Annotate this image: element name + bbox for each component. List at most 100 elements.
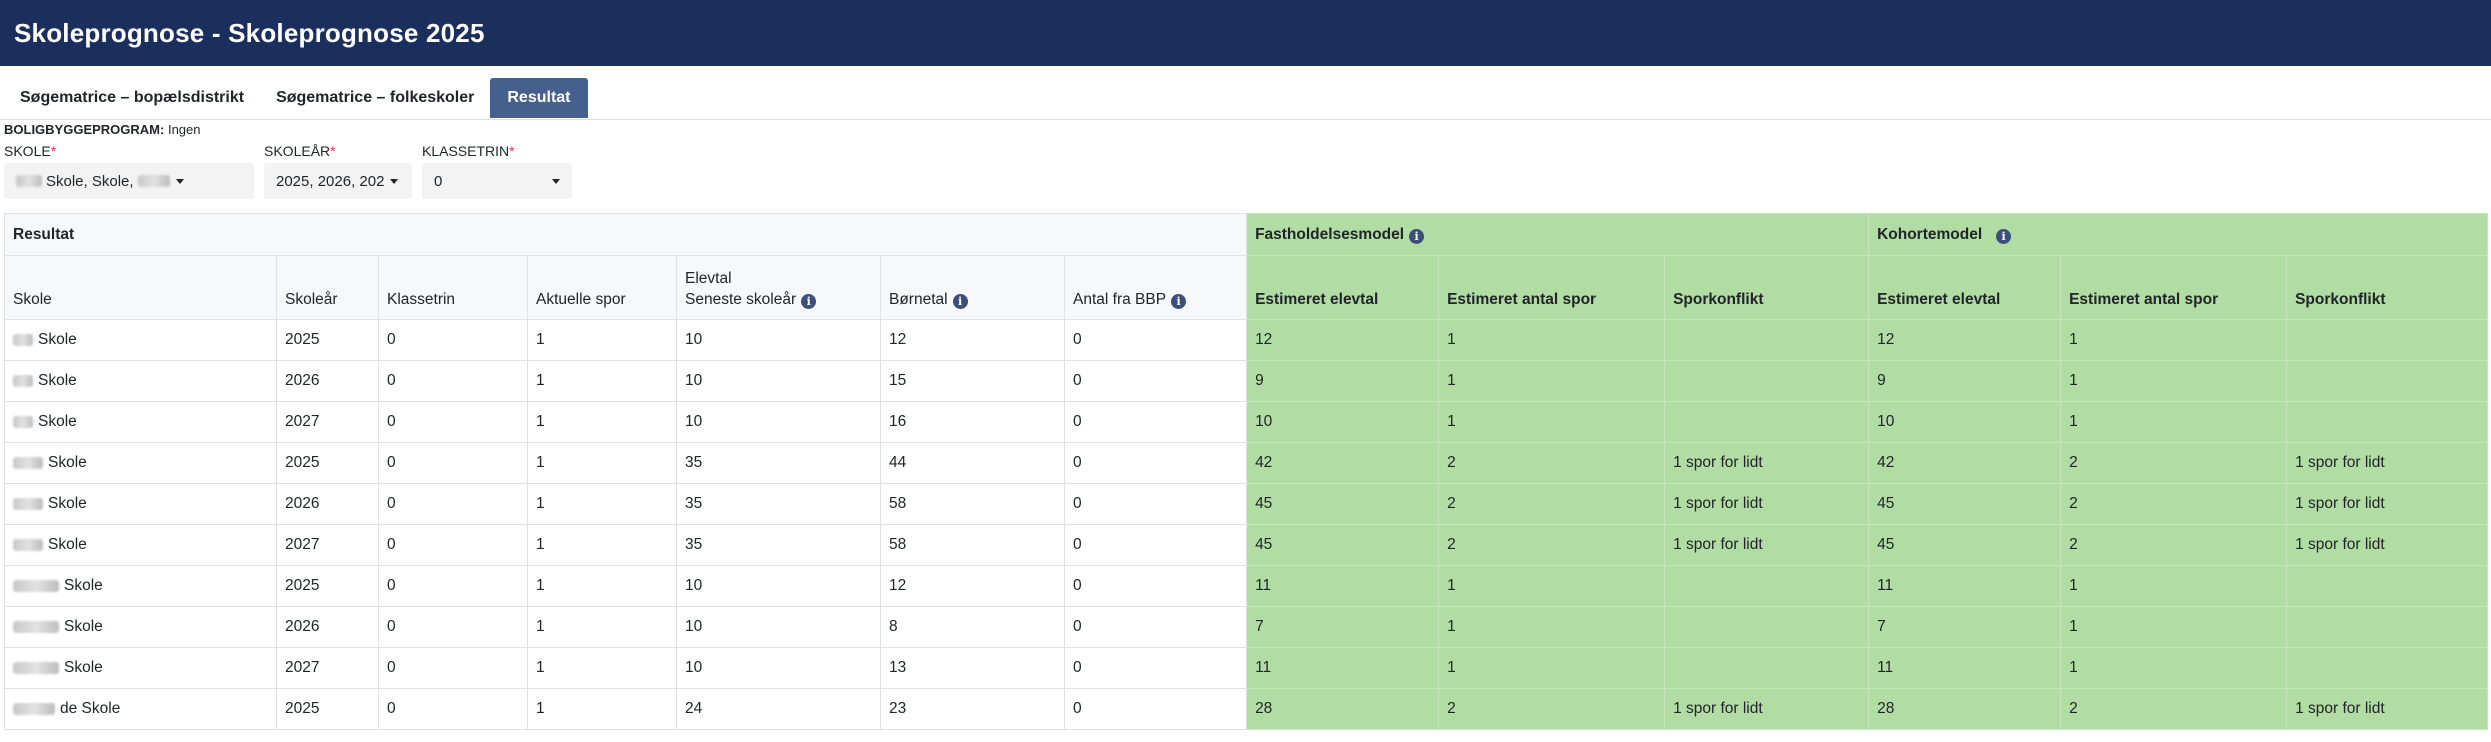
cell-grade: 0 — [378, 606, 528, 648]
table-row: Skole 2026 0 1 10 8 0 7 1 7 1 — [4, 606, 2489, 648]
info-icon[interactable]: i — [801, 294, 817, 309]
cell-pupils: 10 — [676, 565, 881, 607]
school-name: de Skole — [60, 700, 121, 717]
cell-tracks: 1 — [527, 606, 677, 648]
school-name: Skole — [48, 495, 87, 512]
housing-program-label: BOLIGBYGGEPROGRAM: — [4, 122, 165, 137]
cell-bbp: 0 — [1063, 688, 1248, 730]
school-select-value: Skole, Skole, — [46, 172, 134, 190]
cell-pupils: 10 — [676, 319, 881, 361]
cell-retention-est-pupils: 12 — [1246, 319, 1440, 361]
cell-retention-conflict: 1 spor for lidt — [1664, 524, 1870, 566]
cell-cohort-est-tracks: 1 — [2060, 606, 2288, 648]
cell-cohort-conflict — [2286, 647, 2489, 689]
cell-retention-est-tracks: 1 — [1438, 319, 1666, 361]
redacted-text — [13, 661, 59, 674]
cell-cohort-est-pupils: 45 — [1868, 524, 2062, 566]
info-icon[interactable]: i — [1409, 228, 1425, 244]
cell-bbp: 0 — [1063, 319, 1248, 361]
result-table-container: Resultat Fastholdelsesmodel i Kohortemode… — [3, 213, 2489, 730]
cell-retention-est-pupils: 42 — [1246, 442, 1440, 484]
column-header-children[interactable]: Børnetal i — [880, 255, 1065, 320]
school-name: Skole — [38, 413, 77, 430]
cell-grade: 0 — [378, 647, 528, 689]
cell-school: Skole — [4, 319, 277, 361]
tab-result[interactable]: Resultat — [490, 78, 588, 118]
column-header-retention-est-pupils[interactable]: Estimeret elevtal — [1246, 255, 1440, 320]
cell-retention-est-tracks: 1 — [1438, 360, 1666, 402]
cell-bbp: 0 — [1063, 401, 1248, 443]
cell-retention-est-tracks: 1 — [1438, 565, 1666, 607]
cohort-model-label: Kohortemodel — [1877, 225, 1983, 243]
cell-retention-est-pupils: 28 — [1246, 688, 1440, 730]
cell-school: Skole — [4, 524, 277, 566]
info-icon[interactable]: i — [952, 294, 968, 309]
column-header-grade[interactable]: Klassetrin — [378, 255, 528, 320]
column-header-bbp[interactable]: Antal fra BBP i — [1063, 255, 1248, 320]
cell-retention-est-pupils: 45 — [1246, 524, 1440, 566]
column-header-retention-est-tracks[interactable]: Estimeret antal spor — [1438, 255, 1666, 320]
housing-program-info: BOLIGBYGGEPROGRAM: Ingen — [0, 122, 2491, 137]
caret-down-icon — [390, 178, 399, 184]
cell-children: 58 — [880, 483, 1065, 525]
cell-retention-est-pupils: 9 — [1246, 360, 1440, 402]
column-header-cohort-conflict[interactable]: Sporkonflikt — [2286, 255, 2489, 320]
class-filter: KLASSETRIN* 0 — [422, 141, 572, 199]
cell-retention-est-tracks: 2 — [1438, 688, 1666, 730]
cell-year: 2026 — [276, 360, 379, 402]
cell-cohort-est-pupils: 28 — [1868, 688, 2062, 730]
tab-search-matrix-residence[interactable]: Søgematrice – bopælsdistrikt — [4, 77, 260, 119]
column-header-cohort-est-pupils[interactable]: Estimeret elevtal — [1868, 255, 2062, 320]
cell-children: 44 — [880, 442, 1065, 484]
cell-cohort-est-tracks: 1 — [2060, 647, 2288, 689]
cell-cohort-est-tracks: 1 — [2060, 360, 2288, 402]
cell-retention-est-pupils: 7 — [1246, 606, 1440, 648]
redacted-text — [13, 333, 33, 346]
cell-school: Skole — [4, 647, 277, 689]
redacted-text — [13, 620, 59, 633]
cell-year: 2027 — [276, 401, 379, 443]
cell-pupils: 35 — [676, 524, 881, 566]
cell-grade: 0 — [378, 360, 528, 402]
table-row: Skole 2027 0 1 10 16 0 10 1 10 1 — [4, 401, 2489, 443]
cell-tracks: 1 — [527, 524, 677, 566]
redacted-text — [13, 702, 55, 715]
cell-year: 2025 — [276, 565, 379, 607]
cell-school: Skole — [4, 401, 277, 443]
cell-retention-est-tracks: 1 — [1438, 647, 1666, 689]
column-header-retention-conflict[interactable]: Sporkonflikt — [1664, 255, 1870, 320]
tab-search-matrix-schools[interactable]: Søgematrice – folkeskoler — [260, 77, 490, 119]
column-header-tracks[interactable]: Aktuelle spor — [527, 255, 677, 320]
cell-retention-est-tracks: 1 — [1438, 606, 1666, 648]
cell-pupils: 10 — [676, 606, 881, 648]
cell-cohort-conflict: 1 spor for lidt — [2286, 524, 2489, 566]
redacted-text — [13, 374, 33, 387]
result-table-body: Skole 2025 0 1 10 12 0 12 1 12 1 Skole 2026 0 1 10 15 0 9 1… — [4, 319, 2489, 730]
year-select-value: 2025, 2026, 202 — [276, 172, 385, 190]
column-header-pupils[interactable]: Elevtal Seneste skoleår i — [676, 255, 881, 320]
cell-bbp: 0 — [1063, 565, 1248, 607]
info-icon[interactable]: i — [1171, 294, 1187, 309]
cell-pupils: 24 — [676, 688, 881, 730]
cell-grade: 0 — [378, 319, 528, 361]
page-title: Skoleprognose - Skoleprognose 2025 — [14, 17, 485, 48]
cell-tracks: 1 — [527, 442, 677, 484]
group-header-cohort-model: Kohortemodel i — [1868, 213, 2489, 256]
required-marker: * — [330, 143, 336, 159]
cell-pupils: 10 — [676, 401, 881, 443]
cell-grade: 0 — [378, 483, 528, 525]
column-header-cohort-est-tracks[interactable]: Estimeret antal spor — [2060, 255, 2288, 320]
cell-children: 16 — [880, 401, 1065, 443]
cell-bbp: 0 — [1063, 442, 1248, 484]
school-select[interactable]: Skole, Skole, — [4, 163, 254, 199]
info-icon[interactable]: i — [1996, 228, 2012, 244]
class-select[interactable]: 0 — [422, 163, 572, 199]
group-header-retention-model: Fastholdelsesmodel i — [1246, 213, 1870, 256]
cell-school: Skole — [4, 565, 277, 607]
column-header-year[interactable]: Skoleår — [276, 255, 379, 320]
year-select[interactable]: 2025, 2026, 202 — [264, 163, 412, 199]
cell-grade: 0 — [378, 688, 528, 730]
cell-children: 12 — [880, 565, 1065, 607]
cell-school: Skole — [4, 442, 277, 484]
column-header-school[interactable]: Skole — [4, 255, 277, 320]
